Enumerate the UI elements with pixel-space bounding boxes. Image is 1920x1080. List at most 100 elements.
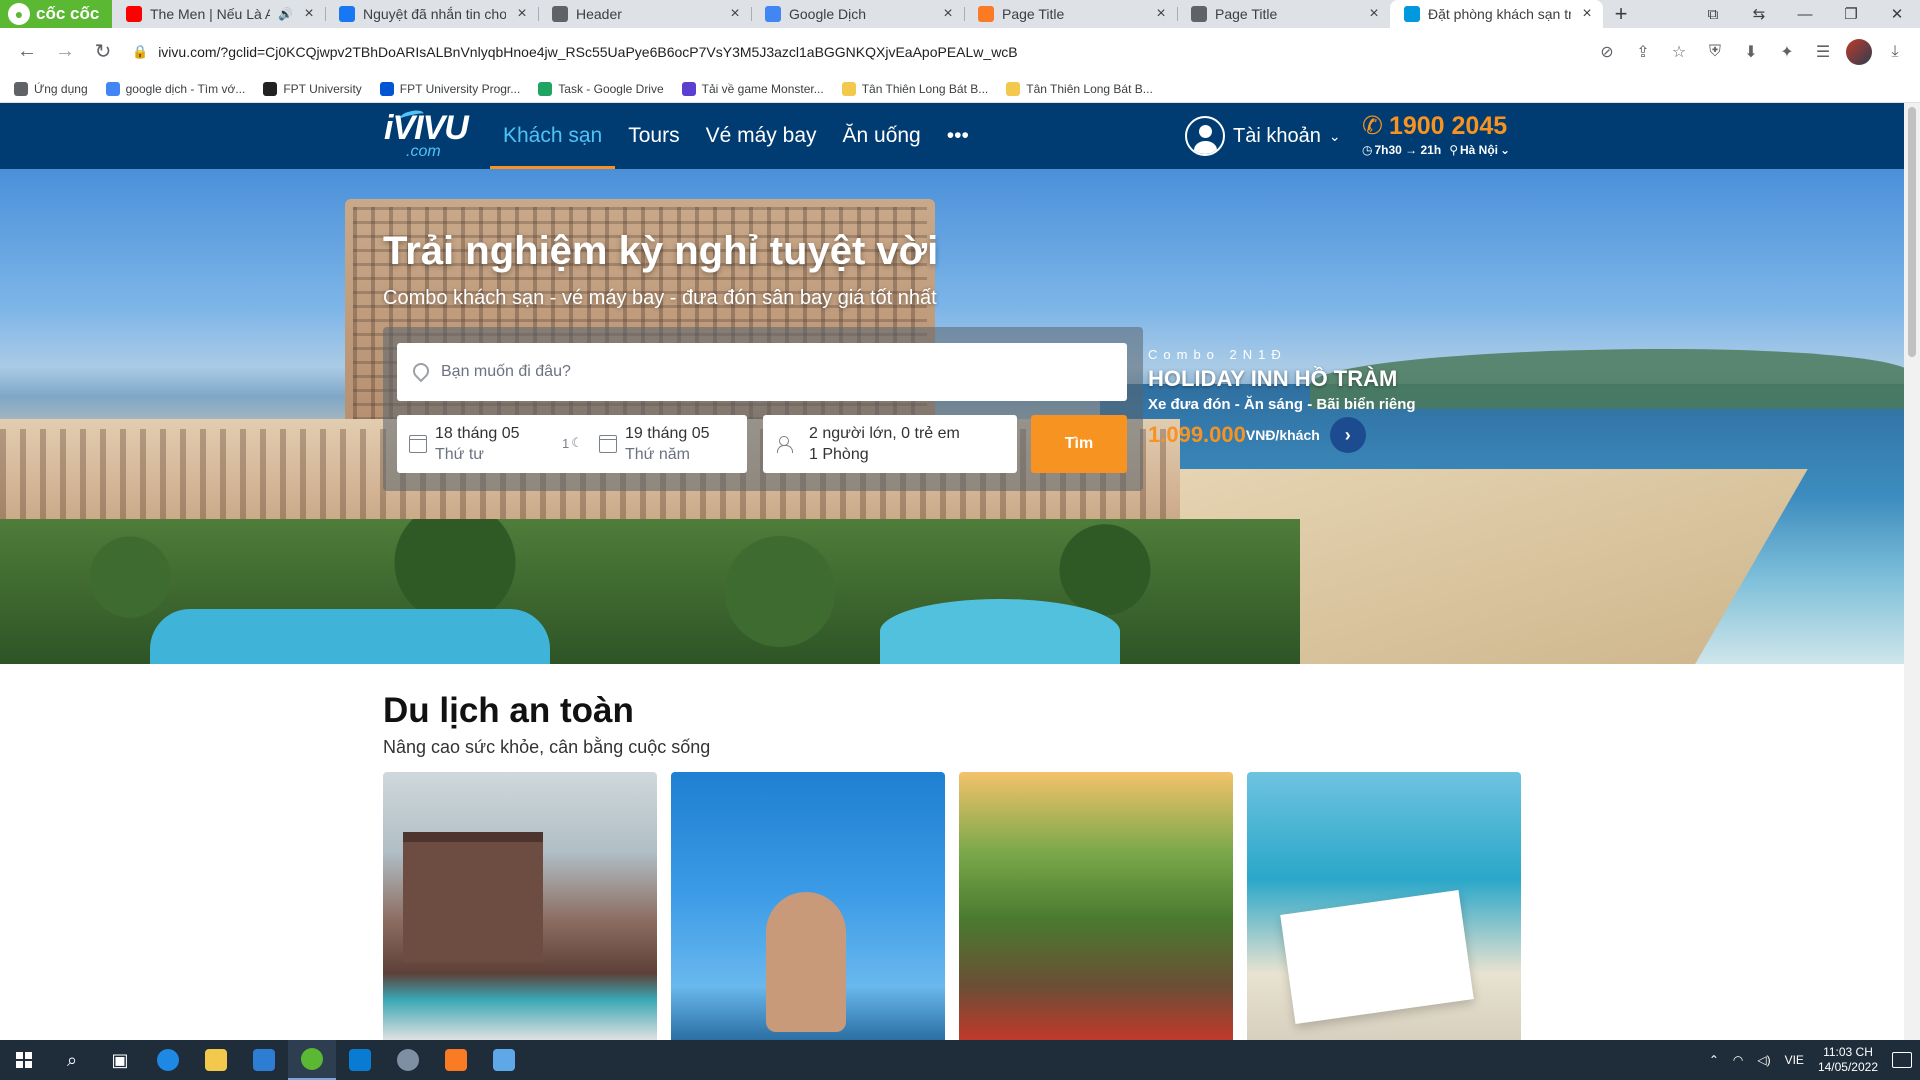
file-explorer-icon[interactable] xyxy=(192,1040,240,1080)
clock-icon: ◷ xyxy=(1362,143,1373,157)
travel-card-beach[interactable] xyxy=(671,772,945,1040)
browser-tab[interactable]: Header × xyxy=(538,0,751,28)
tab-title: The Men | Nếu Là Anh xyxy=(150,6,271,22)
tab-actions-icon[interactable]: ⇆ xyxy=(1736,5,1782,23)
promo-banner[interactable]: Combo 2N1Đ HOLIDAY INN HỒ TRÀM Xe đưa đó… xyxy=(1148,347,1416,453)
system-clock[interactable]: 11:03 CH 14/05/2022 xyxy=(1818,1045,1878,1075)
browser-tab[interactable]: Đặt phòng khách sạn trực tuyến × xyxy=(1390,0,1603,28)
maximize-button[interactable]: ❐ xyxy=(1828,5,1874,23)
bookmark-label: Tải về game Monster... xyxy=(701,81,824,96)
browser-tab[interactable]: Google Dịch × xyxy=(751,0,964,28)
forward-button[interactable]: → xyxy=(48,35,82,69)
close-tab-icon[interactable]: × xyxy=(727,5,743,23)
safe-travel-cards xyxy=(383,772,1521,1040)
task-view-icon[interactable]: ▣ xyxy=(96,1040,144,1080)
language-indicator[interactable]: VIE xyxy=(1785,1053,1804,1067)
bookmark-item[interactable]: Task - Google Drive xyxy=(538,81,664,96)
checkout-date[interactable]: 19 tháng 05 Thứ năm xyxy=(599,415,710,473)
extensions-icon[interactable]: ✦ xyxy=(1772,37,1802,67)
promo-tag: Combo 2N1Đ xyxy=(1148,347,1287,362)
address-bar: ← → ↻ 🔒 ivivu.com/?gclid=Cj0KCQjwpv2TBhD… xyxy=(0,28,1920,75)
bookmark-label: Tân Thiên Long Bát B... xyxy=(861,81,989,96)
close-tab-icon[interactable]: × xyxy=(514,5,530,23)
search-icon[interactable]: ⌕ xyxy=(48,1040,96,1080)
google-icon xyxy=(105,81,120,96)
promo-description: Xe đưa đón - Ăn sáng - Bãi biển riêng xyxy=(1148,396,1416,413)
reading-list-icon[interactable]: ☰ xyxy=(1808,37,1838,67)
ivivu-logo[interactable]: iVIVU .com xyxy=(384,108,469,161)
eye-off-icon[interactable]: ⊘ xyxy=(1592,37,1622,67)
browser-tab[interactable]: The Men | Nếu Là Anh 🔊 × xyxy=(112,0,325,28)
page-scrollbar[interactable] xyxy=(1904,103,1920,1040)
bookmark-item[interactable]: google dịch - Tìm vớ... xyxy=(105,81,245,96)
bookmark-item[interactable]: FPT University xyxy=(263,81,362,96)
vscode-icon[interactable] xyxy=(336,1040,384,1080)
search-button[interactable]: Tìm xyxy=(1031,415,1127,473)
travel-card-voucher[interactable] xyxy=(1247,772,1521,1040)
destination-input[interactable] xyxy=(441,363,1081,381)
coccoc-menu-button[interactable]: ● cốc cốc xyxy=(0,0,112,28)
browser-tab[interactable]: Page Title × xyxy=(964,0,1177,28)
edge-icon[interactable] xyxy=(144,1040,192,1080)
volume-icon[interactable]: ◁) xyxy=(1757,1053,1770,1067)
chevron-up-icon[interactable]: ⌃ xyxy=(1709,1053,1719,1067)
bookmark-label: Tân Thiên Long Bát B... xyxy=(1026,81,1153,96)
menu-item[interactable]: Ăn uống xyxy=(830,103,934,169)
account-menu[interactable]: Tài khoản ⌄ xyxy=(1185,116,1341,156)
notification-icon[interactable] xyxy=(1892,1052,1912,1068)
coccoc-taskbar-icon[interactable] xyxy=(288,1040,336,1080)
wifi-icon[interactable]: ◠ xyxy=(1733,1053,1743,1067)
hotline[interactable]: ✆ 1900 2045 ◷ 7h30 → 21h ⚲ Hà Nội ⌄ xyxy=(1362,111,1510,158)
url-field[interactable]: 🔒 ivivu.com/?gclid=Cj0KCQjwpv2TBhDoARIsA… xyxy=(124,35,1588,69)
google-translate-icon xyxy=(765,6,781,22)
date-range-picker[interactable]: 18 tháng 05 Thứ tư 1 ☾ 19 tháng 05 Thứ n… xyxy=(397,415,747,473)
travel-card-resort[interactable] xyxy=(383,772,657,1040)
menu-item[interactable]: Khách sạn xyxy=(490,103,616,169)
new-tab-button[interactable]: + xyxy=(1603,0,1639,28)
extension-shield-icon[interactable]: ⛨ xyxy=(1700,37,1730,67)
bookmark-item[interactable]: Tân Thiên Long Bát B... xyxy=(841,81,989,96)
virtualbox-icon[interactable] xyxy=(480,1040,528,1080)
city-selector[interactable]: Hà Nội xyxy=(1460,143,1498,157)
audio-playing-icon[interactable]: 🔊 xyxy=(278,7,293,21)
guest-selector[interactable]: 2 người lớn, 0 trẻ em 1 Phòng xyxy=(763,415,1017,473)
menu-item[interactable]: ••• xyxy=(934,103,982,169)
back-button[interactable]: ← xyxy=(10,35,44,69)
reload-button[interactable]: ↻ xyxy=(86,35,120,69)
scrollbar-thumb[interactable] xyxy=(1908,107,1916,357)
bookmark-star-icon[interactable]: ☆ xyxy=(1664,37,1694,67)
bookmark-item[interactable]: FPT University Progr... xyxy=(379,81,520,96)
bookmark-item[interactable]: Tải về game Monster... xyxy=(681,81,824,96)
tab-title: Google Dịch xyxy=(789,6,867,22)
close-tab-icon[interactable]: × xyxy=(1153,5,1169,23)
search-tabs-icon[interactable]: ⧉ xyxy=(1690,6,1736,23)
checkin-date[interactable]: 18 tháng 05 Thứ tư xyxy=(409,415,520,473)
site-navbar: iVIVU .com Khách sạn Tours Vé máy bay Ăn uố… xyxy=(0,103,1904,169)
downloads-icon[interactable]: ⤓ xyxy=(1880,37,1910,67)
travel-card-dining[interactable] xyxy=(959,772,1233,1040)
lock-icon[interactable]: 🔒 xyxy=(132,44,148,60)
bookmark-item[interactable]: Tân Thiên Long Bát B... xyxy=(1006,81,1153,96)
start-button[interactable] xyxy=(0,1040,48,1080)
minimize-button[interactable]: — xyxy=(1782,6,1828,23)
menu-item[interactable]: Tours xyxy=(615,103,692,169)
close-tab-icon[interactable]: × xyxy=(940,5,956,23)
close-tab-icon[interactable]: × xyxy=(301,5,317,23)
download-icon[interactable]: ⬇ xyxy=(1736,37,1766,67)
chevron-right-icon[interactable]: › xyxy=(1329,417,1366,453)
profile-avatar[interactable] xyxy=(1844,37,1874,67)
xampp-icon[interactable] xyxy=(432,1040,480,1080)
destination-field[interactable] xyxy=(397,343,1127,401)
browser-tab[interactable]: Page Title × xyxy=(1177,0,1390,28)
menu-item[interactable]: Vé máy bay xyxy=(693,103,830,169)
close-window-button[interactable]: ✕ xyxy=(1874,5,1920,23)
store-icon[interactable] xyxy=(240,1040,288,1080)
share-icon[interactable]: ⇪ xyxy=(1628,37,1658,67)
bookmark-item[interactable]: Ứng dụng xyxy=(14,81,88,96)
close-tab-icon[interactable]: × xyxy=(1366,5,1382,23)
main-menu: Khách sạn Tours Vé máy bay Ăn uống ••• xyxy=(490,103,982,169)
app-icon[interactable] xyxy=(384,1040,432,1080)
calendar-icon xyxy=(409,435,427,453)
close-tab-icon[interactable]: × xyxy=(1579,5,1595,23)
browser-tab[interactable]: Nguyệt đã nhắn tin cho bạn × xyxy=(325,0,538,28)
